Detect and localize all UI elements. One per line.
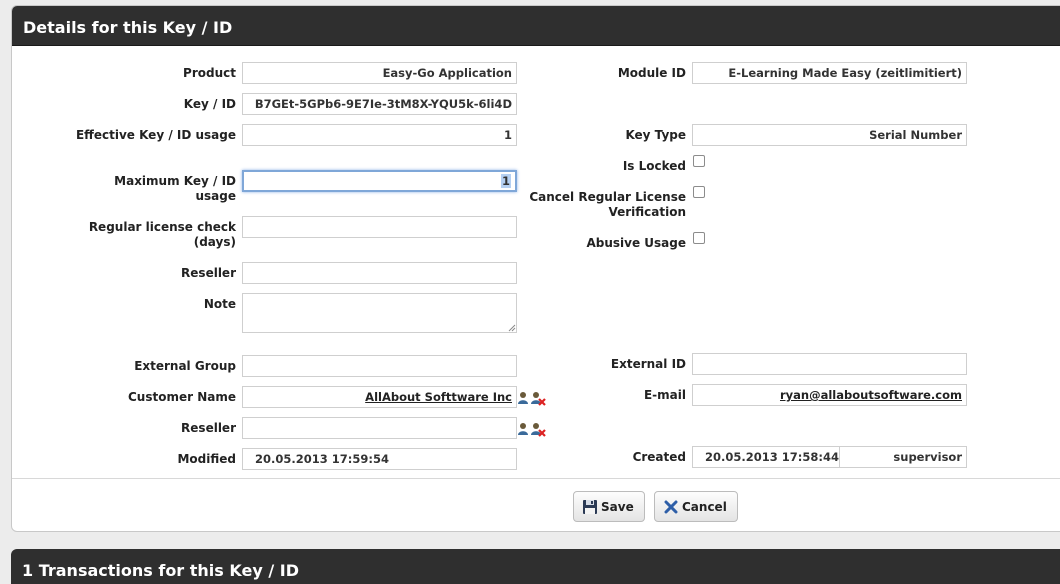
abusive-usage-label: Abusive Usage [586, 236, 686, 250]
maximum-usage-value: 1 [500, 174, 511, 188]
cancel-verification-label: Cancel Regular License Verification [529, 190, 686, 219]
reseller-label: Reseller [181, 266, 236, 280]
note-textarea[interactable] [242, 293, 517, 333]
effective-usage-field[interactable]: 1 [242, 124, 517, 146]
note-label: Note [203, 297, 236, 311]
key-type-label: Key Type [625, 128, 686, 142]
save-button-label: Save [601, 499, 634, 514]
customer-name-link[interactable]: AllAbout Softtware Inc [365, 390, 512, 404]
reseller-input[interactable] [242, 262, 517, 284]
created-label: Created [632, 450, 686, 464]
maximum-usage-label: Maximum Key / ID usage [114, 174, 236, 203]
remove-customer-icon[interactable] [531, 390, 547, 406]
created-by-field: supervisor [839, 446, 967, 468]
is-locked-label: Is Locked [622, 159, 686, 173]
email-field: ryan@allaboutsoftware.com [692, 384, 967, 406]
resize-handle-icon[interactable] [508, 324, 516, 332]
modified-field: 20.05.2013 17:59:54 [242, 448, 517, 470]
external-id-input[interactable] [692, 353, 967, 375]
reseller2-label: Reseller [181, 421, 236, 435]
cancel-x-icon [664, 500, 678, 513]
regular-check-input[interactable] [242, 216, 517, 238]
regular-check-label: Regular license check (days) [88, 220, 236, 249]
external-id-label: External ID [610, 357, 686, 371]
email-label: E-mail [643, 388, 686, 402]
email-link[interactable]: ryan@allaboutsoftware.com [780, 388, 962, 402]
external-group-label: External Group [134, 359, 236, 373]
details-panel-title: Details for this Key / ID [23, 18, 233, 37]
external-group-input[interactable] [242, 355, 517, 377]
cancel-button[interactable]: Cancel [654, 491, 738, 522]
module-id-label: Module ID [617, 66, 686, 80]
key-id-field[interactable]: B7GEt-5GPb6-9E7Ie-3tM8X-YQU5k-6li4D [242, 93, 517, 115]
product-field[interactable]: Easy-Go Application [242, 62, 517, 84]
key-type-field[interactable]: Serial Number [692, 124, 967, 146]
footer-divider [12, 478, 1060, 479]
transactions-panel-title: 1 Transactions for this Key / ID [22, 561, 299, 580]
remove-reseller-icon[interactable] [531, 421, 547, 437]
is-locked-checkbox[interactable] [693, 155, 705, 167]
details-panel: Details for this Key / ID Product Easy-G… [11, 5, 1060, 532]
details-panel-header: Details for this Key / ID [12, 6, 1060, 46]
transactions-panel-header: 1 Transactions for this Key / ID [11, 549, 1060, 584]
modified-label: Modified [177, 452, 236, 466]
customer-name-field: AllAbout Softtware Inc [242, 386, 517, 408]
cancel-button-label: Cancel [682, 499, 727, 514]
created-date-field: 20.05.2013 17:58:44 [692, 446, 840, 468]
key-id-label: Key / ID [183, 97, 236, 111]
customer-name-label: Customer Name [128, 390, 236, 404]
reseller2-field[interactable] [242, 417, 517, 439]
floppy-disk-icon [583, 499, 597, 514]
effective-usage-label: Effective Key / ID usage [75, 128, 236, 142]
abusive-usage-checkbox[interactable] [693, 232, 705, 244]
maximum-usage-input[interactable]: 1 [242, 170, 517, 192]
module-id-field[interactable]: E-Learning Made Easy (zeitlimitiert) [692, 62, 967, 84]
product-label: Product [183, 66, 236, 80]
save-button[interactable]: Save [573, 491, 645, 522]
cancel-verification-checkbox[interactable] [693, 186, 705, 198]
